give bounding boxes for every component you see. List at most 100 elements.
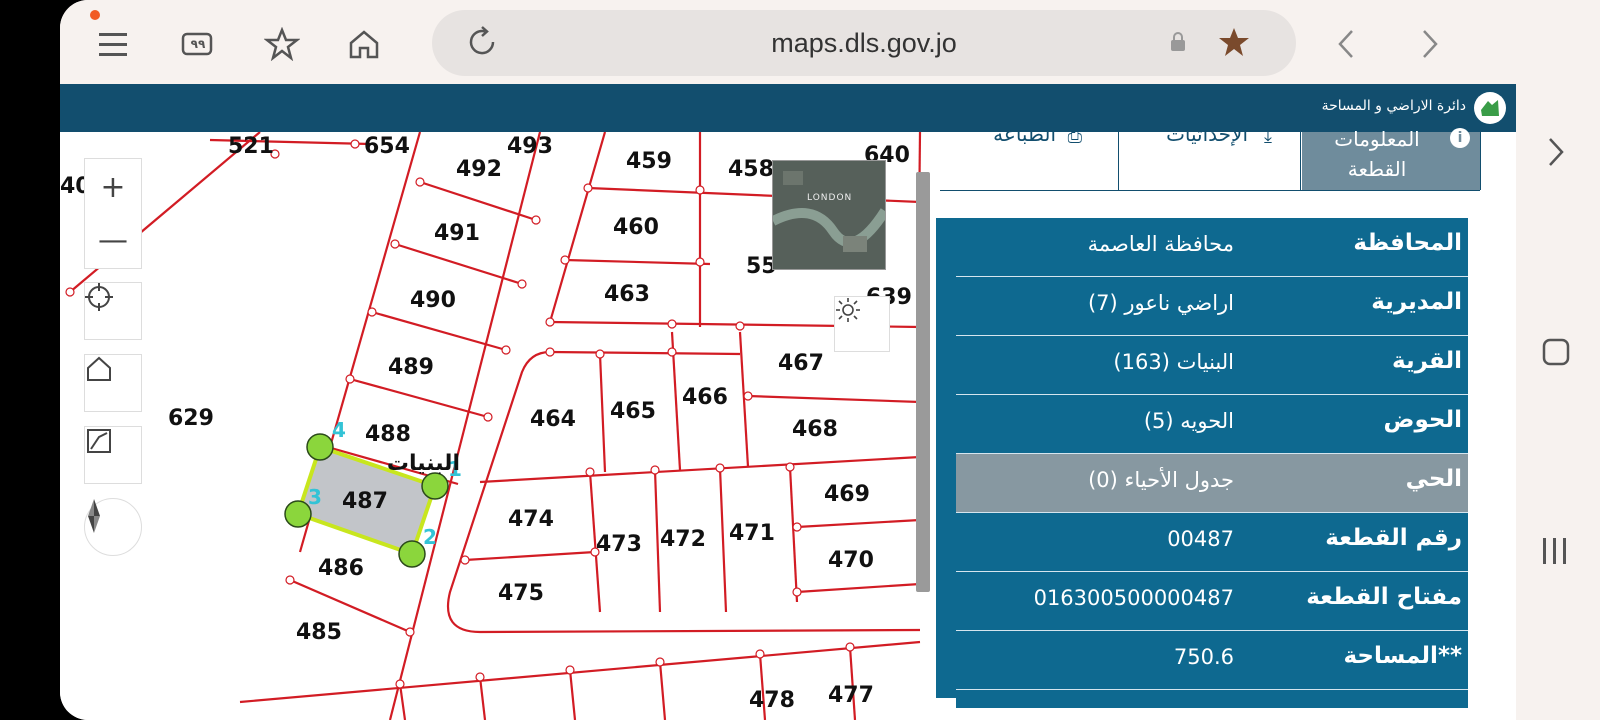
- parcel-number: 466: [682, 385, 728, 410]
- system-nav-gutter: [1516, 84, 1600, 720]
- map-view[interactable]: 4 1 2 3 البنيات 521 654 493 459 458 640 …: [60, 132, 936, 720]
- menu-icon[interactable]: [90, 20, 138, 68]
- parcel-number: 521: [228, 134, 274, 159]
- back-icon[interactable]: [1322, 20, 1370, 68]
- compass-button[interactable]: [84, 498, 142, 556]
- parcel-number: 474: [508, 507, 554, 532]
- parcel-number: 473: [596, 532, 642, 557]
- parcel-number: 629: [168, 406, 214, 431]
- row-value: 016300500000487: [1033, 586, 1234, 610]
- browser-toolbar: ٩٩ maps.dls.gov.jo: [60, 0, 1600, 84]
- opensooq-watermark: السوق المفتوح opensooq.com: [60, 630, 186, 668]
- tab-coordinates[interactable]: ⤓ الإحداثيات: [1120, 132, 1301, 190]
- compass-icon: [88, 499, 100, 533]
- thumbnail-label: LONDON: [807, 193, 853, 203]
- parcel-number: 491: [434, 221, 480, 246]
- dls-logo-icon: [1474, 92, 1506, 124]
- recents-icon[interactable]: [1542, 338, 1570, 370]
- parcel-number: 463: [604, 282, 650, 307]
- measure-button[interactable]: [84, 426, 142, 484]
- parcel-number: 493: [507, 134, 553, 159]
- parcel-number: 467: [778, 351, 824, 376]
- parcel-info-table: المحافظة محافظة العاصمة المديرية اراضي ناع…: [956, 218, 1468, 708]
- notification-dot: [90, 10, 100, 20]
- parcel-number: 468: [792, 417, 838, 442]
- row-label: المديرية: [1371, 289, 1462, 315]
- row-value: جدول الأحياء (0): [1088, 468, 1234, 492]
- parcel-number: 460: [613, 215, 659, 240]
- parcel-number: 465: [610, 399, 656, 424]
- sun-icon: [836, 298, 860, 322]
- crosshair-icon: [85, 283, 113, 311]
- minus-icon: —: [98, 222, 128, 258]
- bookmarks-icon[interactable]: [258, 20, 306, 68]
- measure-icon: [87, 429, 111, 453]
- parcel-number: 464: [530, 407, 576, 432]
- print-icon: ⎙: [1067, 132, 1082, 147]
- tab-print[interactable]: ⎙ الطباعة: [940, 132, 1119, 190]
- parcel-number: 478: [749, 688, 795, 713]
- parcel-number: 458: [728, 157, 774, 182]
- forward-icon[interactable]: [1406, 20, 1454, 68]
- tab-parcel-info[interactable]: i المعلومات القطعة: [1302, 127, 1481, 190]
- row-label: مفتاح القطعة: [1306, 584, 1462, 610]
- area-label: البنيات: [387, 451, 460, 476]
- parcel-number: 490: [410, 288, 456, 313]
- tab-label: الطباعة: [993, 132, 1056, 146]
- basemap-thumbnail[interactable]: LONDON: [772, 160, 886, 270]
- panel-tabs: i المعلومات القطعة ⤓ الإحداثيات ⎙ الطباع…: [940, 127, 1481, 191]
- info-row: مفتاح القطعة 016300500000487: [956, 572, 1468, 631]
- vertex-label-4: 4: [332, 418, 346, 442]
- home-extent-button[interactable]: [84, 354, 142, 412]
- info-row: **المساحة 750.6: [956, 631, 1468, 690]
- parcel-number: 485: [296, 620, 342, 645]
- recent-apps-icon[interactable]: [1540, 536, 1570, 570]
- plus-icon: +: [100, 169, 126, 205]
- vertex-1-marker: [421, 472, 449, 500]
- row-value: الحويه (5): [1143, 409, 1234, 433]
- home-icon[interactable]: [340, 20, 388, 68]
- row-value: 750.6: [1173, 645, 1234, 669]
- tab-label: المعلومات القطعة: [1334, 127, 1420, 181]
- parcel-number: 475: [498, 581, 544, 606]
- parcel-number: 459: [626, 149, 672, 174]
- next-page-icon[interactable]: [1546, 136, 1566, 172]
- locate-button[interactable]: [84, 282, 142, 340]
- star-icon[interactable]: [1210, 18, 1258, 66]
- brightness-button[interactable]: [834, 296, 890, 352]
- address-bar[interactable]: maps.dls.gov.jo: [432, 10, 1296, 76]
- info-row: الحوض الحويه (5): [956, 395, 1468, 454]
- info-row: المديرية اراضي ناعور (7): [956, 277, 1468, 336]
- vertex-2-marker: [398, 540, 426, 568]
- row-label: **المساحة: [1343, 643, 1462, 669]
- site-header: دائرة الاراضي و المساحة: [60, 84, 1516, 132]
- zoom-in-button[interactable]: +: [84, 158, 142, 216]
- parcel-number: 470: [828, 548, 874, 573]
- zoom-out-button[interactable]: —: [84, 212, 142, 269]
- parcel-number: 471: [729, 521, 775, 546]
- info-row-highlighted[interactable]: الحي جدول الأحياء (0): [956, 454, 1468, 513]
- vertex-label-2: 2: [423, 525, 437, 549]
- vertex-label-3: 3: [308, 485, 322, 509]
- parcel-number: 486: [318, 556, 364, 581]
- lock-icon: [1154, 18, 1202, 66]
- tab-count: ٩٩: [190, 37, 206, 51]
- phone-screen: ٩٩ maps.dls.gov.jo دائرة الاراضي و المسا…: [60, 0, 1600, 720]
- watermark-text: السوق المفتوح: [60, 630, 187, 655]
- row-label: القرية: [1392, 348, 1462, 374]
- tabs-icon[interactable]: ٩٩: [174, 20, 222, 68]
- parcel-number: 472: [660, 527, 706, 552]
- row-value: اراضي ناعور (7): [1087, 291, 1234, 315]
- info-row: رقم القطعة 00487: [956, 513, 1468, 572]
- parcel-number: 477: [828, 683, 874, 708]
- info-row: القرية البنيات (163): [956, 336, 1468, 395]
- parcel-number: 488: [365, 422, 411, 447]
- info-icon: i: [1450, 128, 1470, 148]
- row-value: محافظة العاصمة: [1087, 232, 1234, 256]
- row-value: 00487: [1167, 527, 1234, 551]
- map-scrollbar[interactable]: [916, 172, 930, 592]
- tab-label: الإحداثيات: [1166, 132, 1248, 146]
- parcel-info-panel: i المعلومات القطعة ⤓ الإحداثيات ⎙ الطباع…: [936, 127, 1516, 720]
- site-title: دائرة الاراضي و المساحة: [1321, 98, 1466, 114]
- parcel-number-selected: 487: [342, 489, 388, 514]
